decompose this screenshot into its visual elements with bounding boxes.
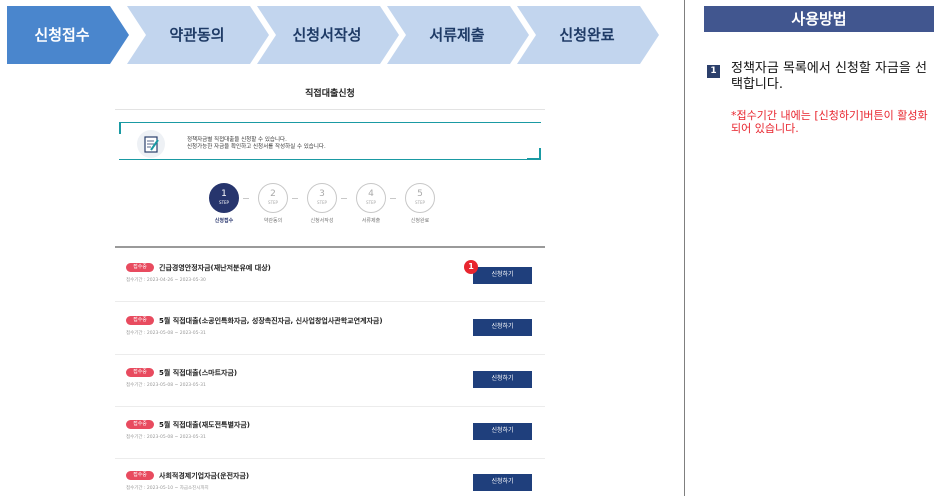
edit-document-icon <box>137 130 165 158</box>
step-5-number: 5 <box>417 189 423 199</box>
page-title: 직접대출신청 <box>305 89 355 99</box>
fund-title[interactable]: 5월 직접대출(재도전특별자금) <box>159 420 250 430</box>
fund-title[interactable]: 5월 직접대출(스마트자금) <box>159 368 237 378</box>
apply-button[interactable]: 신청하기 <box>473 267 532 284</box>
step-3-tag: STEP <box>317 200 327 205</box>
callout-marker: 1 <box>464 260 478 274</box>
panel-divider <box>684 0 685 496</box>
list-top-divider <box>115 246 545 248</box>
step-4-label: 서류제출 <box>361 218 381 224</box>
info-bottom-line <box>119 159 541 160</box>
step-5-circle: 5 STEP <box>405 183 435 213</box>
info-corner-tl-v <box>119 122 121 134</box>
top-step-label-2: 약관동의 <box>169 26 225 44</box>
process-step-banner: 신청접수 약관동의 신청서작성 서류제출 신청완료 <box>7 6 659 64</box>
step-5-label: 신청완료 <box>410 218 430 224</box>
step-2-circle: 2 STEP <box>258 183 288 213</box>
step-4-circle: 4 STEP <box>356 183 386 213</box>
fund-title[interactable]: 사회적경제기업자금(운전자금) <box>159 471 249 481</box>
guide-instruction: 정책자금 목록에서 신청할 자금을 선택합니다. <box>731 61 927 92</box>
status-badge: 접수중 <box>126 368 154 377</box>
guide-note: *접수기간 내에는 [신청하기]버튼이 활성화 되어 있습니다. <box>731 109 928 135</box>
fund-list-item[interactable]: 접수중 5월 직접대출(소공인특화자금, 성장촉진자금, 신사업창업사관학교연계… <box>115 303 545 355</box>
step-1-number: 1 <box>221 189 227 199</box>
step-1-circle: 1 STEP <box>209 183 239 213</box>
info-text: 정책자금별 직접대출을 신청할 수 있습니다. 신청가능한 자금을 확인하고 신… <box>187 137 326 151</box>
tutorial-canvas: 신청접수 약관동의 신청서작성 서류제출 신청완료 사용방법 1 정책자금 목록… <box>0 0 945 496</box>
fund-period: 접수기간 : 2023-05-10 ~ 자금소진시까지 <box>126 486 209 491</box>
fund-list-item[interactable]: 접수중 5월 직접대출(스마트자금) 접수기간 : 2023-05-08 ~ 2… <box>115 355 545 407</box>
title-divider <box>115 109 545 110</box>
step-3-label: 신청서작성 <box>310 218 334 224</box>
step-2-tag: STEP <box>268 200 278 205</box>
step-connector <box>243 198 249 199</box>
fund-period: 접수기간 : 2023-05-08 ~ 2023-05-31 <box>126 383 206 388</box>
step-connector <box>390 198 396 199</box>
fund-period: 접수기간 : 2023-05-08 ~ 2023-05-31 <box>126 435 206 440</box>
guide-title: 사용방법 <box>704 6 934 32</box>
info-box <box>119 122 541 160</box>
status-badge: 접수중 <box>126 471 154 480</box>
step-1-label: 신청접수 <box>214 218 234 224</box>
apply-button[interactable]: 신청하기 <box>473 423 532 440</box>
apply-button[interactable]: 신청하기 <box>473 474 532 491</box>
fund-list-item[interactable]: 접수중 사회적경제기업자금(운전자금) 접수기간 : 2023-05-10 ~ … <box>115 459 545 496</box>
info-line-1: 정책자금별 직접대출을 신청할 수 있습니다. <box>187 137 287 143</box>
info-line-2: 신청가능한 자금을 확인하고 신청서를 작성하실 수 있습니다. <box>187 144 326 150</box>
info-corner-br-h <box>527 158 541 160</box>
guide-step-number: 1 <box>707 65 720 78</box>
info-top-line <box>119 122 541 123</box>
step-5-tag: STEP <box>415 200 425 205</box>
top-step-label-4: 서류제출 <box>429 26 485 44</box>
step-4-number: 4 <box>368 189 374 199</box>
status-badge: 접수중 <box>126 316 154 325</box>
status-badge: 접수중 <box>126 420 154 429</box>
step-2-label: 약관동의 <box>263 218 283 224</box>
fund-title[interactable]: 긴급경영안정자금(재난저분유예 대상) <box>159 263 271 273</box>
fund-period: 접수기간 : 2023-05-08 ~ 2023-05-31 <box>126 331 206 336</box>
top-step-label-1: 신청접수 <box>34 26 90 44</box>
apply-button[interactable]: 신청하기 <box>473 319 532 336</box>
status-badge: 접수중 <box>126 263 154 272</box>
step-4-tag: STEP <box>366 200 376 205</box>
step-1-tag: STEP <box>219 200 229 205</box>
embedded-screen: 직접대출신청 정책자금별 직접대출을 신청할 수 있습니다. 신청가능한 자금을… <box>115 80 545 496</box>
fund-title[interactable]: 5월 직접대출(소공인특화자금, 성장촉진자금, 신사업창업사관학교연계자금) <box>159 316 383 326</box>
step-3-number: 3 <box>319 189 325 199</box>
fund-list-item[interactable]: 접수중 긴급경영안정자금(재난저분유예 대상) 접수기간 : 2023-04-2… <box>115 250 545 302</box>
step-2-number: 2 <box>270 189 276 199</box>
apply-button[interactable]: 신청하기 <box>473 371 532 388</box>
fund-period: 접수기간 : 2023-04-26 ~ 2023-05-30 <box>126 278 206 283</box>
step-connector <box>292 198 298 199</box>
top-step-label-3: 신청서작성 <box>292 26 362 44</box>
step-3-circle: 3 STEP <box>307 183 337 213</box>
top-step-label-5: 신청완료 <box>559 26 615 44</box>
step-connector <box>341 198 347 199</box>
fund-list-item[interactable]: 접수중 5월 직접대출(재도전특별자금) 접수기간 : 2023-05-08 ~… <box>115 407 545 459</box>
stepper: 1 STEP 2 STEP 3 STEP 4 STEP 5 STEP 신청접수 … <box>205 183 445 229</box>
